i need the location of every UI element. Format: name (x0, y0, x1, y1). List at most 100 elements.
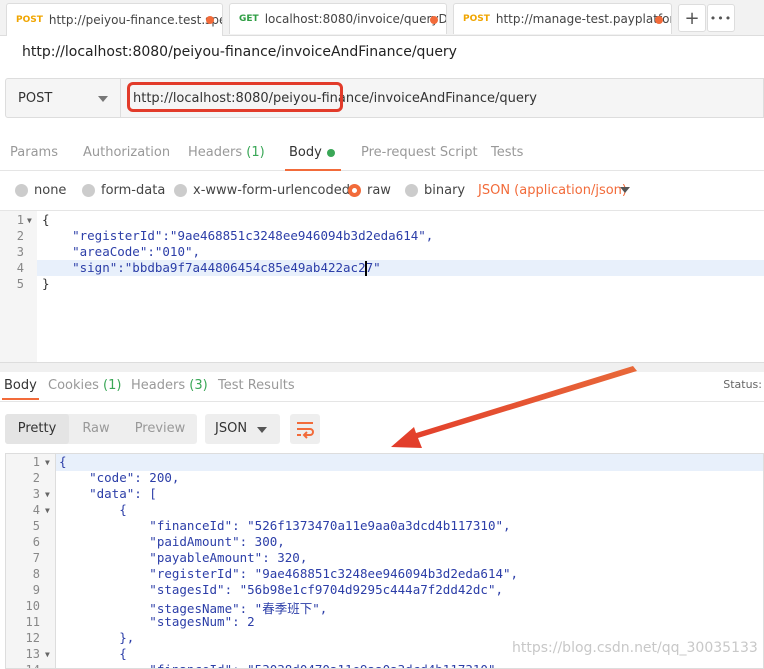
add-tab-button[interactable]: + (678, 4, 706, 32)
line-number: 1 (16, 213, 24, 227)
line-number: 11 (25, 615, 40, 629)
tab-tests[interactable]: Tests (491, 145, 523, 160)
tab-body[interactable]: Body (285, 145, 341, 171)
active-dot-icon (326, 148, 335, 157)
request-tab-2[interactable]: GET localhost:8080/invoice/queryDet (229, 3, 447, 34)
line-number: 10 (25, 599, 40, 613)
radio-circle-icon (174, 184, 187, 197)
fold-arrow-icon[interactable]: ▼ (45, 650, 50, 659)
code-line: "paidAmount": 300, (59, 534, 285, 549)
radio-none-label: none (34, 183, 67, 198)
tab-cookies-label: Cookies (48, 378, 99, 393)
code-line: } (42, 276, 50, 291)
line-number: 5 (16, 277, 24, 291)
radio-circle-icon (15, 184, 28, 197)
tab-authorization[interactable]: Authorization (83, 145, 170, 160)
code-line: { (59, 646, 127, 661)
wrap-lines-icon (297, 422, 314, 439)
tab-headers[interactable]: Headers (1) (188, 145, 265, 160)
tab-test-results[interactable]: Test Results (218, 378, 295, 393)
radio-form-data-label: form-data (101, 183, 166, 198)
line-number: 8 (32, 567, 40, 581)
format-select[interactable]: JSON (205, 414, 280, 444)
line-number: 7 (32, 551, 40, 565)
content-type-select[interactable]: JSON (application/json) (478, 183, 627, 198)
tab-cookies[interactable]: Cookies (1) (48, 378, 121, 393)
line-number: 2 (16, 229, 24, 243)
request-tab-bar: POST http://peiyou-finance.test.speiy GE… (0, 0, 764, 36)
tab-method: POST (16, 15, 43, 25)
code-line: }, (59, 630, 135, 645)
chevron-down-icon[interactable] (620, 187, 630, 193)
fold-arrow-icon[interactable]: ▼ (45, 490, 50, 499)
preview-button[interactable]: Preview (127, 414, 193, 444)
radio-raw[interactable]: raw (348, 183, 391, 198)
tab-params[interactable]: Params (10, 145, 58, 160)
tab-prerequest-script[interactable]: Pre-request Script (361, 145, 478, 160)
radio-binary-label: binary (424, 183, 466, 198)
tab-headers-label: Headers (188, 145, 243, 160)
active-line-highlight (6, 454, 763, 471)
radio-raw-label: raw (367, 183, 391, 198)
response-tabs: Body Cookies (1) Headers (3) Test Result… (0, 372, 764, 402)
line-gutter: 1 ▼ 2 3 ▼ 4 ▼ 5 6 7 8 9 10 11 12 13 ▼ 14 (6, 454, 56, 668)
fold-arrow-icon[interactable]: ▼ (45, 506, 50, 515)
tab-method: POST (463, 14, 490, 24)
code-line: "financeId": "526f1373470a11e9aa0a3dcd4b… (59, 518, 511, 533)
code-line: "registerId": "9ae468851c3248ee946094b3d… (59, 566, 519, 581)
code-line: "stagesNum": 2 (59, 614, 255, 629)
method-select[interactable]: POST (5, 78, 121, 118)
line-number: 5 (32, 519, 40, 533)
radio-circle-icon (405, 184, 418, 197)
chevron-down-icon (98, 96, 108, 102)
tab-response-body[interactable]: Body (2, 378, 39, 400)
line-number: 3 (32, 487, 40, 501)
fold-arrow-icon[interactable]: ▼ (27, 216, 32, 225)
radio-urlencoded[interactable]: x-www-form-urlencoded (174, 183, 350, 198)
radio-selected-icon (348, 184, 361, 197)
wrap-lines-button[interactable] (290, 414, 320, 444)
tab-url: http://manage-test.payplatform (495, 12, 672, 26)
format-select-value: JSON (215, 421, 248, 436)
request-tab-3[interactable]: POST http://manage-test.payplatform (453, 3, 672, 34)
line-number: 2 (32, 471, 40, 485)
radio-form-data[interactable]: form-data (82, 183, 165, 198)
code-line: "data": [ (59, 486, 157, 501)
line-number: 14 (16, 663, 40, 668)
request-tabs: Params Authorization Headers (1) Body Pr… (0, 137, 764, 171)
request-tab-1[interactable]: POST http://peiyou-finance.test.speiy (6, 3, 223, 36)
pane-divider[interactable] (0, 362, 764, 372)
tab-response-headers-label: Headers (131, 378, 186, 393)
method-select-value: POST (18, 90, 53, 106)
code-line: "sign":"bbdba9f7a44806454c85e49ab422ac27… (42, 260, 381, 275)
pretty-button[interactable]: Pretty (5, 414, 69, 444)
fold-arrow-icon[interactable]: ▼ (45, 458, 50, 467)
code-line: { (59, 502, 127, 517)
line-number: 1 (32, 455, 40, 469)
response-body-viewer[interactable]: 1 ▼ 2 3 ▼ 4 ▼ 5 6 7 8 9 10 11 12 13 ▼ 14 { "code": 200, "… (5, 453, 764, 669)
raw-button[interactable]: Raw (71, 414, 121, 444)
line-number: 9 (32, 583, 40, 597)
chevron-down-icon (257, 427, 267, 433)
more-tabs-button[interactable]: ••• (707, 4, 735, 32)
tab-response-headers-count: (3) (189, 378, 208, 393)
status-label: Status: (723, 378, 762, 391)
request-body-editor[interactable]: 1 ▼ 2 3 4 5 { "registerId":"9ae468851c32… (0, 210, 764, 363)
url-highlight-box (127, 82, 343, 112)
tab-method: GET (239, 14, 259, 24)
line-number: 4 (32, 503, 40, 517)
line-number: 6 (32, 535, 40, 549)
code-line: "stagesId": "56b98e1cf9704d9295c444a7f2d… (59, 582, 504, 597)
radio-urlencoded-label: x-www-form-urlencoded (193, 183, 351, 198)
radio-binary[interactable]: binary (405, 183, 465, 198)
unsaved-dot-icon (430, 16, 438, 24)
tab-body-label: Body (289, 145, 322, 160)
code-line: "registerId":"9ae468851c3248ee946094b3d2… (42, 228, 434, 243)
tab-headers-count: (1) (246, 145, 265, 160)
line-number: 3 (16, 245, 24, 259)
unsaved-dot-icon (655, 16, 663, 24)
code-line: "payableAmount": 320, (59, 550, 308, 565)
line-number: 13 (25, 647, 40, 661)
radio-none[interactable]: none (15, 183, 66, 198)
tab-response-headers[interactable]: Headers (3) (131, 378, 208, 393)
